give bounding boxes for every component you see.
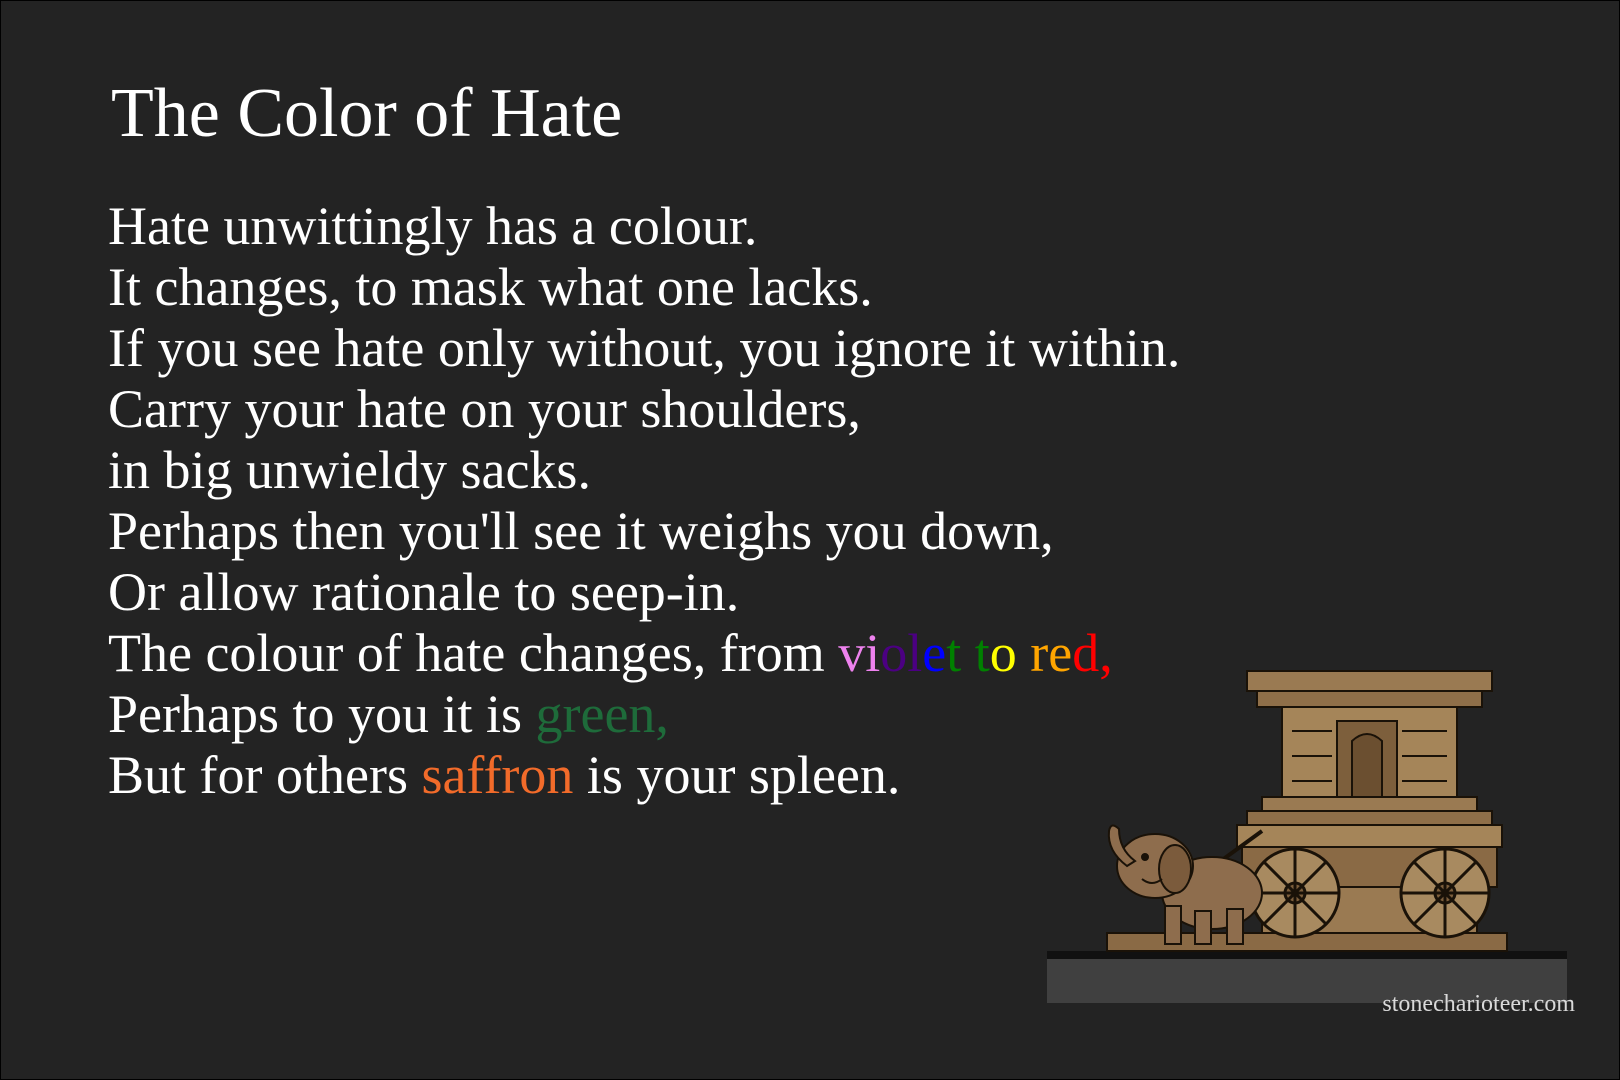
rainbow-letter: v <box>838 623 866 683</box>
poem-line: Or allow rationale to seep-in. <box>108 562 740 622</box>
poem-line-saffron: But for others saffron is your spleen. <box>108 745 1180 806</box>
poem-line-rainbow: The colour of hate changes, from violet … <box>108 623 1180 684</box>
poem-body: Hate unwittingly has a colour. It change… <box>108 196 1180 806</box>
poem-line-prefix: Perhaps to you it is <box>108 684 536 744</box>
poem-line: It changes, to mask what one lacks. <box>108 257 873 317</box>
green-word: green, <box>535 684 669 744</box>
poem-line: Hate unwittingly has a colour. <box>108 196 758 256</box>
rainbow-letter: r <box>1030 623 1049 683</box>
poem-line: in big unwieldy sacks. <box>108 440 591 500</box>
poem-line-suffix: is your spleen. <box>573 745 901 805</box>
poem-line: If you see hate only without, you ignore… <box>108 318 1181 378</box>
poem-line: Carry your hate on your shoulders, <box>108 379 861 439</box>
rainbow-letter: o <box>880 623 908 683</box>
chariot-wheel-icon <box>1399 847 1491 939</box>
stone-chariot-elephant-illustration <box>1047 670 1567 1003</box>
poem-title: The Color of Hate <box>111 75 623 152</box>
poem-card: The Color of Hate Hate unwittingly has a… <box>1 1 1619 1079</box>
ground-line <box>1047 951 1567 959</box>
rainbow-letter: o <box>989 623 1017 683</box>
rainbow-letter: i <box>865 623 881 683</box>
rainbow-letter: t <box>946 623 962 683</box>
chariot-wheel-icon <box>1249 847 1341 939</box>
site-watermark: stonecharioteer.com <box>1382 991 1575 1017</box>
rainbow-letter <box>961 623 975 683</box>
rainbow-letter: l <box>907 623 923 683</box>
poem-line: Perhaps then you'll see it weighs you do… <box>108 501 1054 561</box>
poem-line-prefix: The colour of hate changes, from <box>108 623 839 683</box>
rainbow-letter <box>1017 623 1031 683</box>
poem-line-prefix: But for others <box>108 745 422 805</box>
rainbow-letter: t <box>974 623 990 683</box>
rainbow-letter: e <box>922 623 947 683</box>
saffron-word: saffron <box>421 745 574 805</box>
poem-line-green: Perhaps to you it is green, <box>108 684 1180 745</box>
